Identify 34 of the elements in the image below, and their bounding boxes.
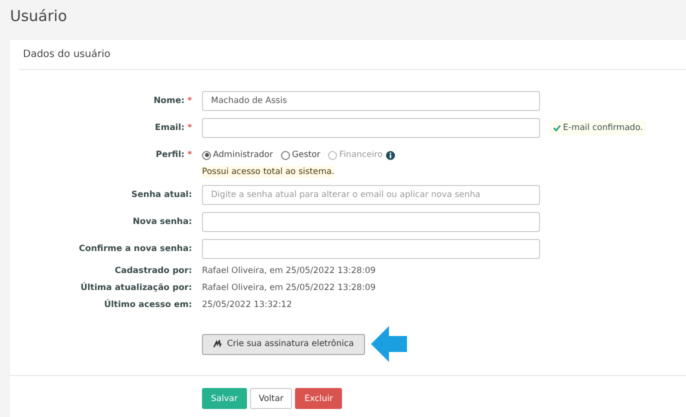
required-mark: * (188, 123, 192, 133)
required-mark: * (188, 150, 192, 160)
radio-option[interactable]: Administrador (202, 150, 274, 160)
delete-button[interactable]: Excluir (295, 388, 342, 409)
input-field[interactable]: Digite a senha atual para alterar o email ou aplicar nova senha (202, 185, 540, 205)
info-value: Rafael Oliveira, em 25/05/2022 13:28:09 (202, 283, 377, 293)
input-field[interactable]: Machado de Assis (202, 91, 540, 111)
input-field[interactable] (202, 212, 540, 232)
field-label: Perfil: (156, 150, 185, 160)
check-icon (553, 124, 561, 132)
info-value: Rafael Oliveira, em 25/05/2022 13:28:09 (202, 266, 377, 276)
field-label: Email: (154, 123, 185, 133)
status-text: E-mail confirmado. (563, 123, 643, 133)
input-field[interactable] (202, 118, 540, 138)
field-label: Última atualização por: (80, 283, 192, 293)
field-label: Senha atual: (131, 190, 192, 200)
field-label: Nova senha: (132, 217, 192, 227)
back-button[interactable]: Voltar (250, 388, 292, 409)
hint-text: Possui acesso total ao sistema. (202, 166, 334, 178)
radio-option: Financeiro (328, 150, 383, 160)
field-label: Confirme a nova senha: (78, 244, 192, 254)
field-label: Cadastrado por: (114, 266, 192, 276)
info-icon[interactable] (386, 150, 395, 160)
field-label: Nome: (154, 96, 185, 106)
input-field[interactable] (202, 239, 540, 259)
page-title: Usuário (9, 6, 68, 27)
field-label: Último acesso em: (104, 300, 192, 310)
panel-title: Dados do usuário (23, 49, 110, 60)
info-value: 25/05/2022 13:32:12 (202, 300, 293, 310)
required-mark: * (188, 96, 192, 106)
arrow-icon (370, 325, 407, 363)
signature-button[interactable]: Crie sua assinatura eletrônica (202, 334, 365, 354)
radio-option[interactable]: Gestor (281, 150, 320, 160)
signature-icon (213, 340, 222, 348)
